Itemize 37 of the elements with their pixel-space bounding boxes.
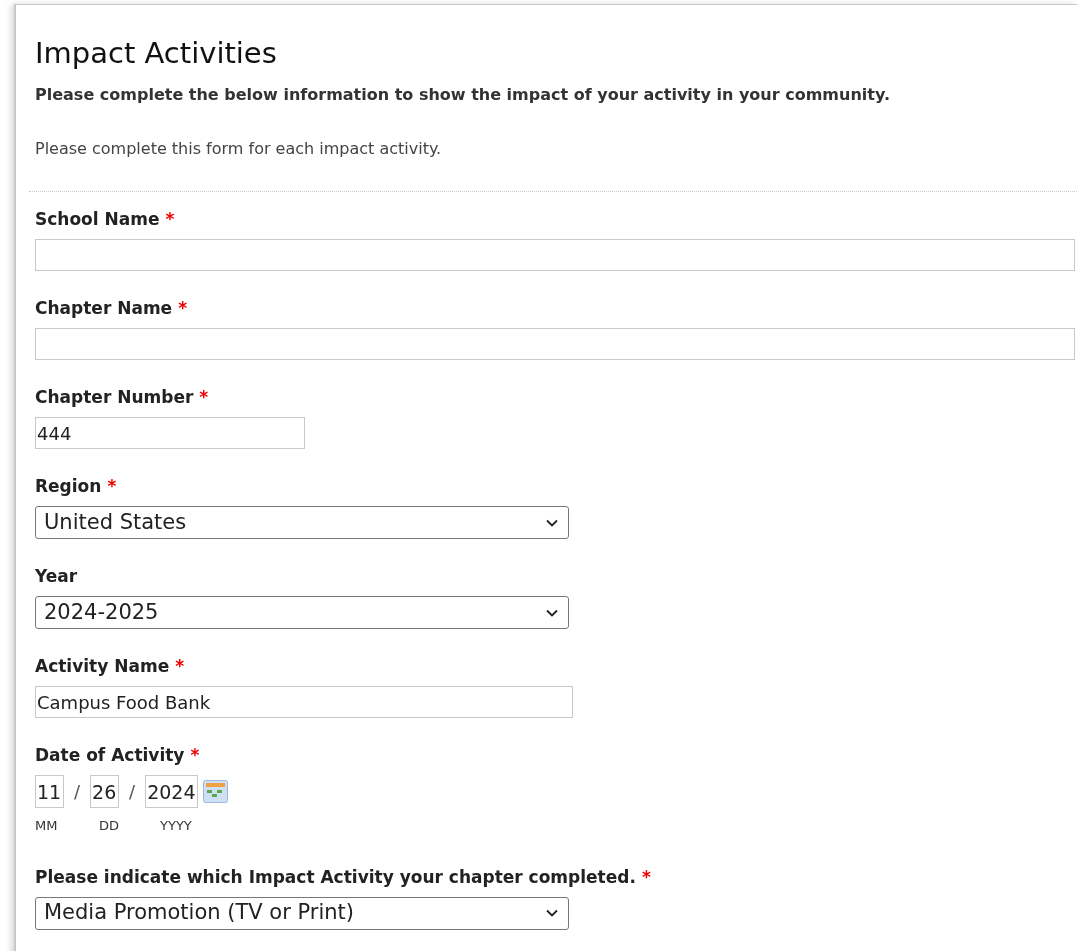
date-part-caption: YYYY bbox=[160, 817, 193, 835]
intro-text: Please complete the below information to show the impact of your activity in your community. bbox=[35, 84, 891, 106]
required-mark: * bbox=[178, 297, 187, 319]
chevron-down-icon bbox=[546, 909, 558, 917]
field-label: Date of Activity bbox=[35, 744, 185, 766]
field-label: Chapter Name bbox=[35, 297, 173, 319]
select-dropdown[interactable]: 2024-2025 bbox=[35, 596, 569, 629]
date-part-caption: DD bbox=[99, 817, 121, 835]
date-separator: / bbox=[129, 780, 136, 804]
select-dropdown[interactable]: United States bbox=[35, 506, 569, 539]
field-label: Region bbox=[35, 475, 102, 497]
chevron-down-icon bbox=[546, 608, 558, 617]
text-field[interactable] bbox=[35, 328, 1075, 360]
date-part-field[interactable]: 26 bbox=[90, 775, 120, 808]
field-label: Please indicate which Impact Activity your chapter completed. bbox=[35, 865, 636, 888]
text-field[interactable]: Campus Food Bank bbox=[35, 686, 573, 718]
field-label: School Name bbox=[35, 208, 160, 230]
field-label: Year bbox=[35, 565, 78, 587]
required-mark: * bbox=[107, 475, 117, 497]
text-field[interactable] bbox=[35, 239, 1075, 271]
note-text: Please complete this form for each impact activity. bbox=[35, 138, 443, 160]
required-mark: * bbox=[641, 865, 651, 888]
date-part-caption: MM bbox=[35, 817, 59, 835]
date-part-field[interactable]: 11 bbox=[35, 775, 64, 808]
field-label: Activity Name bbox=[35, 655, 170, 677]
select-dropdown[interactable]: Media Promotion (TV or Print) bbox=[35, 896, 569, 930]
page-title: Impact Activities bbox=[35, 35, 278, 72]
required-mark: * bbox=[199, 386, 209, 408]
required-mark: * bbox=[175, 655, 185, 677]
field-label: Chapter Number bbox=[35, 386, 194, 408]
calendar-icon[interactable] bbox=[203, 780, 229, 803]
required-mark: * bbox=[190, 744, 200, 766]
chevron-down-icon bbox=[546, 518, 558, 527]
required-mark: * bbox=[165, 208, 175, 230]
date-part-field[interactable]: 2024 bbox=[145, 775, 199, 808]
date-separator: / bbox=[74, 780, 81, 804]
text-field[interactable]: 444 bbox=[35, 417, 305, 449]
